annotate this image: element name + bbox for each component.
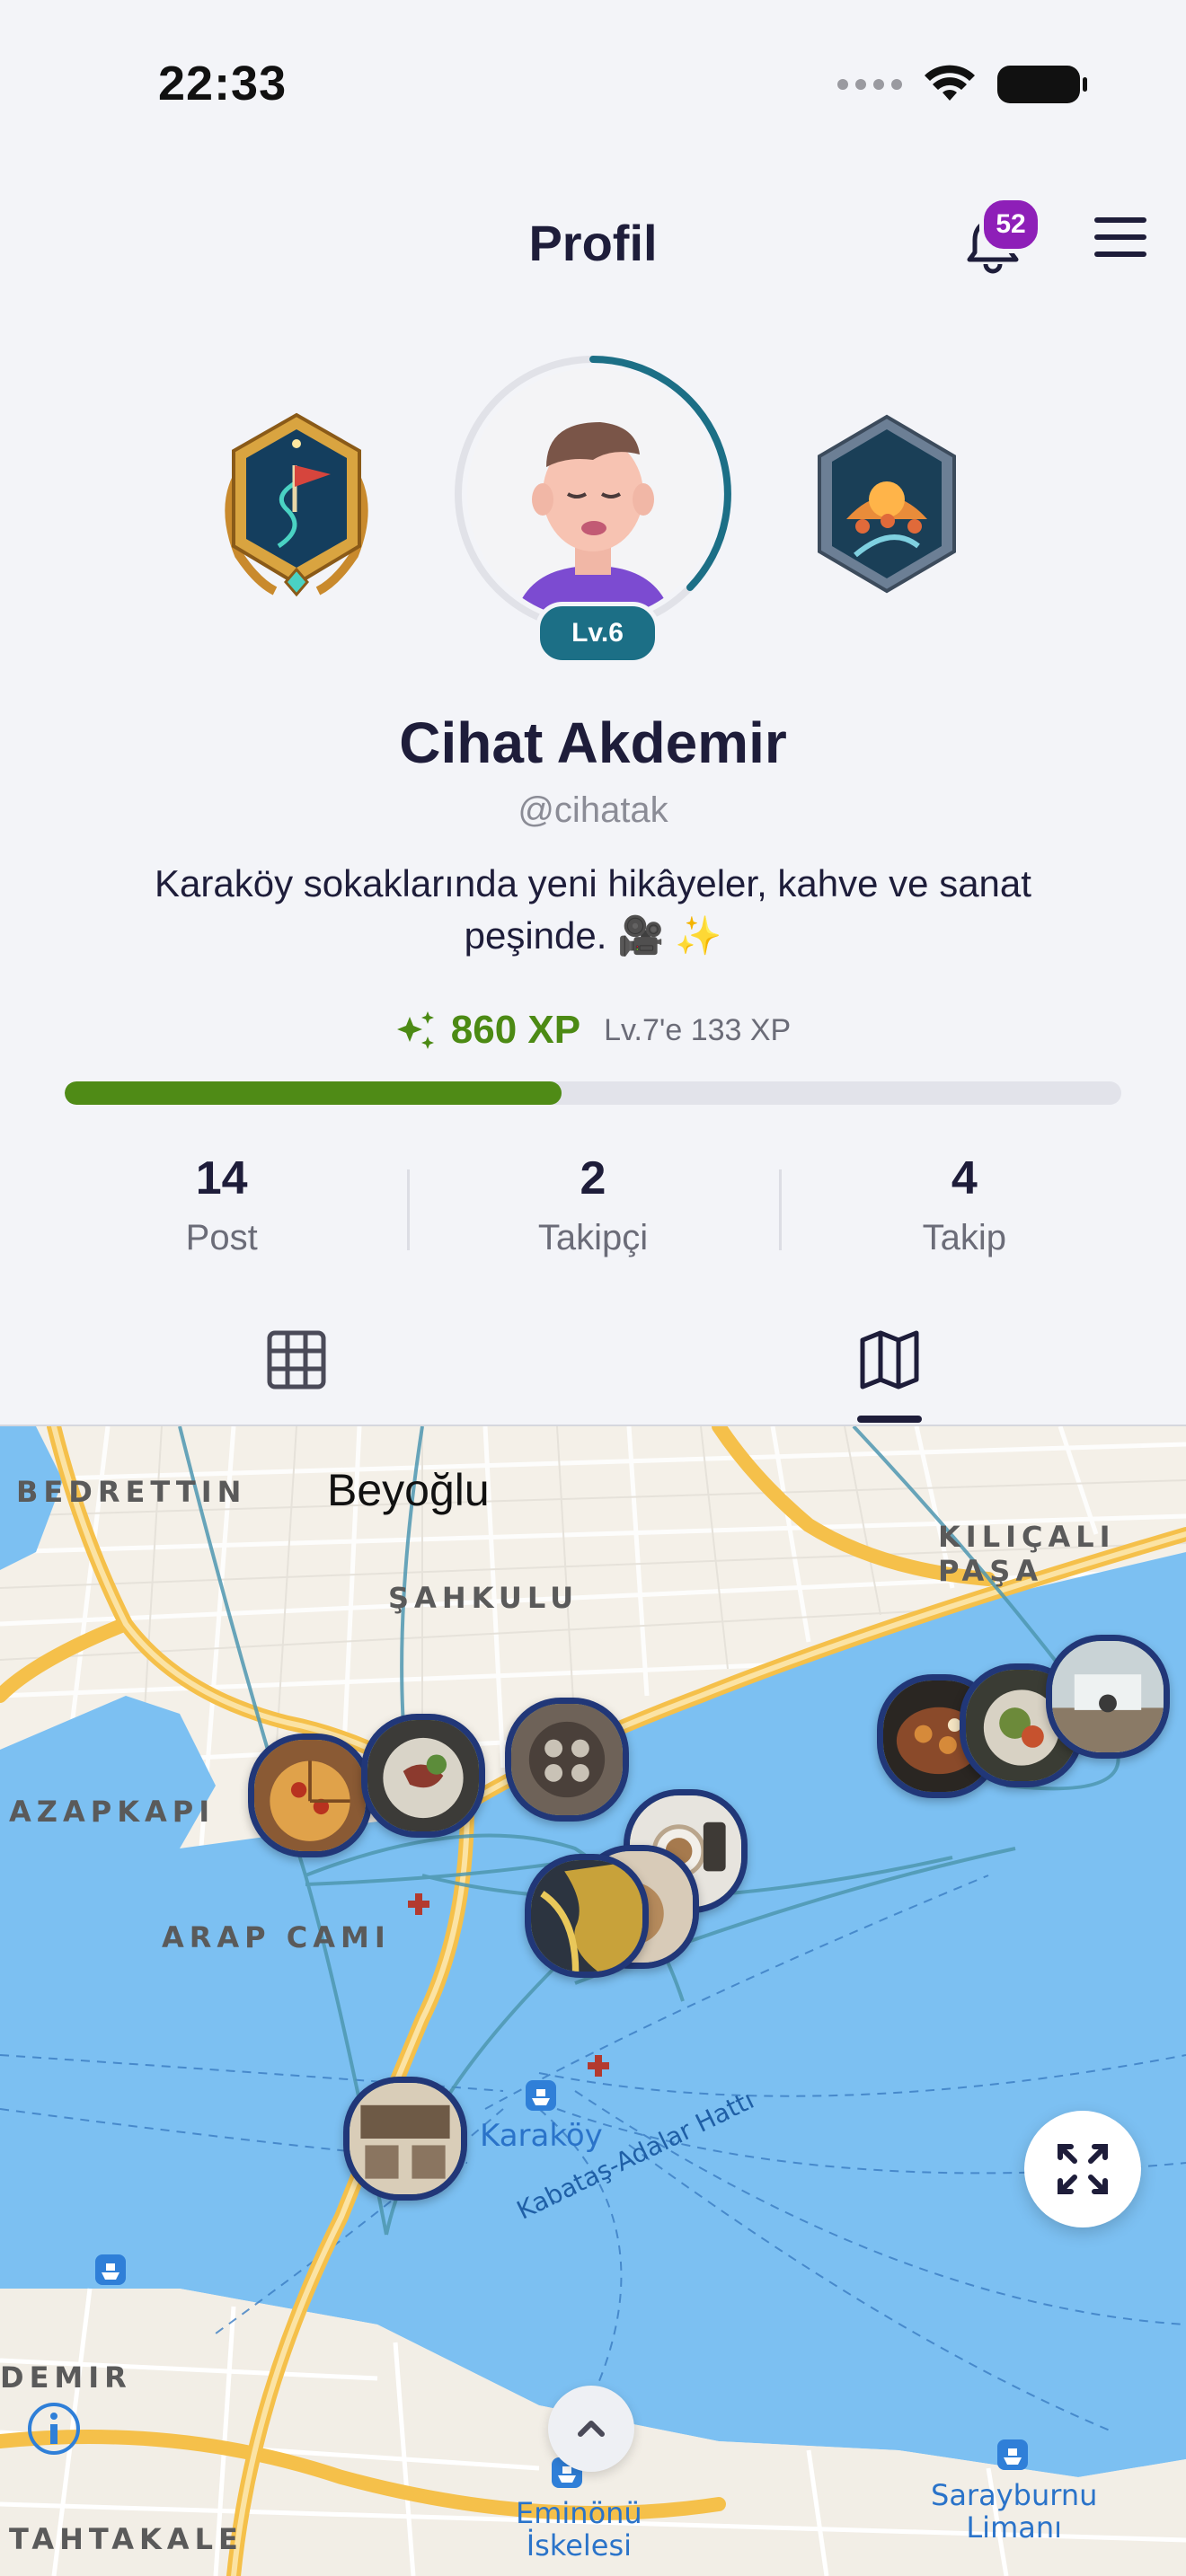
xp-next-level: Lv.7'e 133 XP xyxy=(604,1012,792,1047)
xp-progress-fill xyxy=(65,1081,562,1105)
stat-label: Takip xyxy=(922,1218,1007,1257)
map-label-eminonu-line1: Eminönü xyxy=(516,2496,642,2530)
level-badge: Lv.6 xyxy=(535,602,659,665)
profile-name: Cihat Akdemir xyxy=(399,710,787,775)
map-label-sarayburnu: Sarayburnu Limanı xyxy=(931,2479,1097,2544)
fullscreen-button[interactable] xyxy=(1024,2111,1141,2228)
active-tab-indicator xyxy=(857,1416,922,1423)
stat-value: 2 xyxy=(580,1152,606,1204)
map-photo-pin[interactable] xyxy=(361,1714,485,1838)
ferry-icon xyxy=(526,2080,556,2111)
map-photo-pin[interactable] xyxy=(505,1698,629,1822)
expand-icon xyxy=(1058,2144,1108,2194)
stat-value: 4 xyxy=(951,1152,978,1204)
wifi-icon xyxy=(925,65,975,101)
map-label-tahtakale: TAHTAKALE xyxy=(9,2522,243,2556)
map-photo-pin[interactable] xyxy=(343,2077,467,2201)
map-photo-pin[interactable] xyxy=(525,1854,649,1978)
stat-followers[interactable]: 2 Takipçi xyxy=(407,1151,778,1258)
info-icon[interactable] xyxy=(25,2400,83,2457)
map-label-sarayburnu-line2: Limanı xyxy=(966,2510,1063,2545)
chevron-up-icon xyxy=(578,2421,605,2437)
xp-progress-bar xyxy=(65,1081,1121,1105)
map-label-demir: DEMIR xyxy=(0,2360,132,2395)
map-label-sarayburnu-line1: Sarayburnu xyxy=(931,2478,1098,2512)
profile-bio: Karaköy sokaklarında yeni hikâyeler, kah… xyxy=(155,862,1031,957)
map-photo-pin[interactable] xyxy=(1046,1635,1170,1759)
map-label-eminonu-line2: İskelesi xyxy=(526,2528,633,2563)
map-label-kilicali: KILIÇALI PAŞA xyxy=(938,1520,1116,1588)
stat-value: 14 xyxy=(195,1152,248,1204)
stats-row: 14 Post 2 Takipçi 4 Takip xyxy=(36,1151,1150,1258)
flag-medal-icon[interactable] xyxy=(216,411,377,600)
sparkle-icon xyxy=(396,1011,434,1049)
map-label-sahkulu: ŞAHKULU xyxy=(388,1581,580,1615)
map-icon[interactable] xyxy=(857,1328,922,1392)
stat-following[interactable]: 4 Takip xyxy=(778,1151,1150,1258)
battery-icon xyxy=(997,66,1087,103)
route-medal-icon[interactable] xyxy=(810,411,963,600)
hamburger-menu-icon[interactable] xyxy=(1094,217,1146,259)
stat-label: Takipçi xyxy=(537,1218,649,1257)
xp-value: 860 XP xyxy=(450,1008,581,1052)
map-label-karakoy: Karaköy xyxy=(480,2118,603,2154)
expand-sheet-button[interactable] xyxy=(548,2386,634,2472)
status-icons xyxy=(837,65,1087,104)
stat-posts[interactable]: 14 Post xyxy=(36,1151,407,1258)
grid-icon[interactable] xyxy=(264,1328,329,1392)
xp-row: 860 XP Lv.7'e 133 XP xyxy=(0,1008,1186,1053)
signal-icon xyxy=(837,79,902,90)
map-label-arap-cami: ARAP CAMI xyxy=(162,1920,391,1954)
profile-handle: @cihatak xyxy=(518,790,668,830)
notification-badge: 52 xyxy=(979,196,1042,253)
map-photo-pin[interactable] xyxy=(248,1734,372,1857)
avatar[interactable] xyxy=(449,350,737,638)
map-label-azapkapi: AZAPKAPI xyxy=(9,1795,216,1829)
map-label-bedrettin: BEDRETTIN xyxy=(16,1475,247,1509)
map-label-beyoglu: Beyoğlu xyxy=(327,1465,490,1515)
stat-label: Post xyxy=(185,1218,258,1257)
map-label-eminonu: Eminönü İskelesi xyxy=(516,2497,642,2562)
status-time: 22:33 xyxy=(158,57,288,110)
